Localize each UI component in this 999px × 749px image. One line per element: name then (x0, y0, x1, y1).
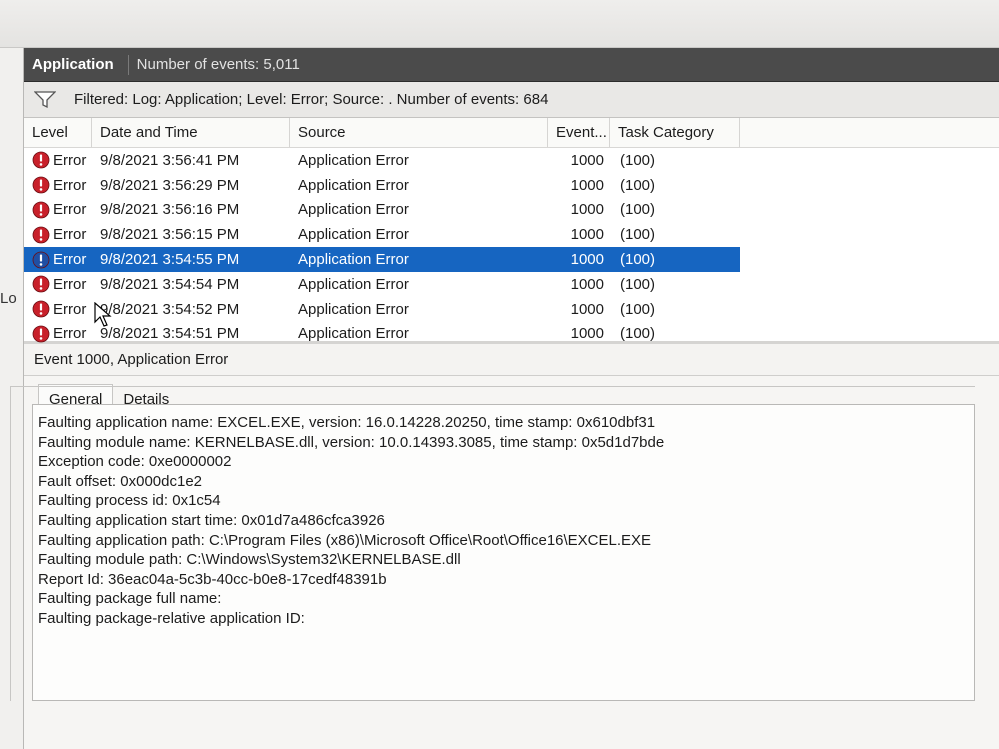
event-id-cell: 1000 (570, 251, 604, 269)
task-category-cell: (100) (620, 176, 656, 194)
description-line: Faulting application path: C:\Program Fi… (38, 531, 652, 549)
column-header-event-id[interactable]: Event... (548, 118, 610, 147)
date-cell: 9/8/2021 3:56:41 PM (100, 151, 240, 169)
event-row[interactable]: Error 9/8/2021 3:54:54 PM Application Erro… (24, 272, 740, 297)
task-category-cell: (100) (620, 275, 656, 293)
column-header-task-category[interactable]: Task Category (610, 118, 740, 147)
error-circle-icon (32, 151, 50, 169)
level-cell: Error (24, 151, 92, 169)
level-cell: Error (24, 325, 92, 343)
funnel-icon (34, 90, 56, 108)
task-category-cell: (100) (620, 251, 656, 269)
source-cell: Application Error (298, 325, 409, 343)
column-header-row: Level Date and Time Source Event... Task… (24, 118, 999, 148)
date-cell: 9/8/2021 3:54:54 PM (100, 275, 240, 293)
description-line: Faulting application name: EXCEL.EXE, ve… (38, 414, 656, 431)
column-header-source[interactable]: Source (290, 118, 548, 147)
level-text: Error (53, 275, 87, 293)
level-text: Error (53, 325, 87, 343)
error-circle-icon (32, 226, 50, 244)
event-id-cell: 1000 (570, 325, 604, 343)
source-cell: Application Error (298, 275, 409, 293)
task-category-cell: (100) (620, 201, 656, 219)
event-row[interactable]: Error 9/8/2021 3:56:41 PM Application Erro… (24, 148, 740, 173)
error-circle-icon (32, 325, 50, 343)
task-category-cell: (100) (620, 300, 656, 318)
date-cell: 9/8/2021 3:56:15 PM (100, 226, 240, 244)
log-header: Application Number of events: 5,011 (24, 48, 999, 82)
level-text: Error (53, 251, 87, 269)
level-cell: Error (24, 176, 92, 194)
event-row[interactable]: Error 9/8/2021 3:54:55 PM Application Erro… (24, 247, 740, 272)
description-line: Report Id: 36eac04a-5c3b-40cc-b0e8-17ced… (38, 570, 387, 588)
level-cell: Error (24, 251, 92, 269)
event-row[interactable]: Error 9/8/2021 3:54:51 PM Application Erro… (24, 322, 740, 347)
event-id-cell: 1000 (570, 151, 604, 169)
source-cell: Application Error (298, 176, 409, 194)
date-cell: 9/8/2021 3:54:55 PM (100, 251, 240, 269)
header-separator (127, 54, 129, 75)
task-category-cell: (100) (620, 151, 656, 169)
source-cell: Application Error (298, 251, 409, 269)
level-cell: Error (24, 226, 92, 244)
level-text: Error (53, 176, 87, 194)
event-id-cell: 1000 (570, 275, 604, 293)
event-id-cell: 1000 (570, 176, 604, 194)
level-cell: Error (24, 201, 92, 219)
console-tree-label: Lo (0, 290, 17, 307)
event-row[interactable]: Error 9/8/2021 3:56:29 PM Application Erro… (24, 173, 740, 198)
event-count: Number of events: 5,011 (136, 56, 300, 73)
level-cell: Error (24, 300, 92, 318)
level-text: Error (53, 201, 87, 219)
level-text: Error (53, 226, 87, 244)
date-cell: 9/8/2021 3:56:16 PM (100, 201, 240, 219)
date-cell: 9/8/2021 3:54:52 PM (100, 300, 240, 318)
error-circle-icon (32, 176, 50, 194)
description-line: Faulting package-relative application ID… (38, 609, 305, 627)
date-cell: 9/8/2021 3:54:51 PM (100, 325, 240, 343)
source-cell: Application Error (298, 201, 409, 219)
error-circle-icon (32, 275, 50, 293)
event-id-cell: 1000 (570, 226, 604, 244)
description-line: Exception code: 0xe0000002 (38, 453, 232, 471)
description-line: Faulting application start time: 0x01d7a… (38, 511, 385, 529)
level-cell: Error (24, 275, 92, 293)
filter-text: Filtered: Log: Application; Level: Error… (74, 91, 549, 108)
event-id-cell: 1000 (570, 201, 604, 219)
description-line: Fault offset: 0x000dc1e2 (38, 472, 203, 490)
date-cell: 9/8/2021 3:56:29 PM (100, 176, 240, 194)
level-text: Error (53, 151, 87, 169)
mouse-cursor-icon (94, 302, 112, 327)
event-id-cell: 1000 (570, 300, 604, 318)
window-top-strip (0, 0, 999, 48)
error-circle-icon (32, 201, 50, 219)
description-line: Faulting module path: C:\Windows\System3… (38, 551, 461, 569)
task-category-cell: (100) (620, 226, 656, 244)
error-circle-icon (32, 300, 50, 318)
description-line: Faulting package full name: (38, 590, 222, 608)
task-category-cell: (100) (620, 325, 656, 343)
event-detail-title: Event 1000, Application Error (24, 344, 999, 376)
source-cell: Application Error (298, 226, 409, 244)
event-row[interactable]: Error 9/8/2021 3:56:15 PM Application Erro… (24, 222, 740, 247)
description-line: Faulting module name: KERNELBASE.dll, ve… (38, 433, 665, 451)
filter-bar: Filtered: Log: Application; Level: Error… (24, 82, 999, 118)
source-cell: Application Error (298, 151, 409, 169)
event-row[interactable]: Error 9/8/2021 3:56:16 PM Application Erro… (24, 198, 740, 223)
error-circle-icon (32, 251, 50, 268)
event-description[interactable]: Faulting application name: EXCEL.EXE, ve… (32, 404, 975, 701)
source-cell: Application Error (298, 300, 409, 318)
event-list: Error 9/8/2021 3:56:41 PM Application Erro… (24, 148, 999, 344)
column-header-level[interactable]: Level (24, 118, 92, 147)
column-header-date[interactable]: Date and Time (92, 118, 290, 147)
level-text: Error (53, 300, 87, 318)
event-row[interactable]: Error 9/8/2021 3:54:52 PM Application Erro… (24, 297, 740, 322)
description-line: Faulting process id: 0x1c54 (38, 492, 221, 510)
log-title: Application (32, 56, 114, 73)
